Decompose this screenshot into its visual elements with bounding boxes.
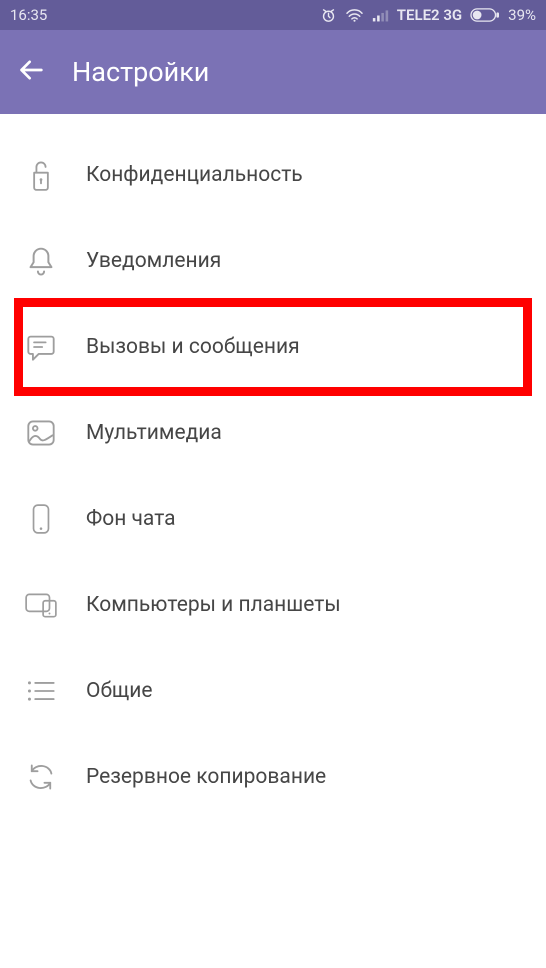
status-time: 16:35 xyxy=(10,6,47,24)
status-bar: 16:35 TELE2 3G 39% xyxy=(0,0,546,30)
chat-icon xyxy=(22,332,60,362)
media-icon xyxy=(22,419,60,447)
settings-row-chat-background[interactable]: Фон чата xyxy=(0,476,546,562)
status-right: TELE2 3G 39% xyxy=(320,6,536,24)
settings-row-notifications[interactable]: Уведомления xyxy=(0,218,546,304)
settings-row-label: Уведомления xyxy=(86,249,221,273)
settings-row-label: Фон чата xyxy=(86,507,176,531)
status-carrier: TELE2 3G xyxy=(397,6,462,24)
signal-icon xyxy=(372,8,389,23)
list-icon xyxy=(22,679,60,703)
alarm-icon xyxy=(320,7,337,24)
settings-row-label: Общие xyxy=(86,679,153,703)
settings-row-calls-messages[interactable]: Вызовы и сообщения xyxy=(0,304,546,390)
settings-row-label: Вызовы и сообщения xyxy=(86,335,300,359)
settings-row-multimedia[interactable]: Мультимедиа xyxy=(0,390,546,476)
bell-icon xyxy=(22,245,60,277)
sync-icon xyxy=(22,763,60,791)
battery-icon xyxy=(470,8,500,22)
back-button[interactable] xyxy=(18,56,46,88)
wifi-icon xyxy=(345,8,364,23)
devices-icon xyxy=(22,591,60,619)
settings-list: Конфиденциальность Уведомления Вызовы и … xyxy=(0,114,546,820)
settings-row-label: Резервное копирование xyxy=(86,765,326,789)
settings-row-general[interactable]: Общие xyxy=(0,648,546,734)
settings-row-label: Конфиденциальность xyxy=(86,163,303,187)
settings-row-label: Мультимедиа xyxy=(86,421,222,445)
app-bar: Настройки xyxy=(0,30,546,114)
settings-row-label: Компьютеры и планшеты xyxy=(86,593,341,617)
status-battery: 39% xyxy=(508,6,536,24)
lock-icon xyxy=(22,159,60,191)
settings-row-privacy[interactable]: Конфиденциальность xyxy=(0,132,546,218)
phone-icon xyxy=(22,503,60,535)
page-title: Настройки xyxy=(72,56,209,88)
settings-row-backup[interactable]: Резервное копирование xyxy=(0,734,546,820)
settings-row-devices[interactable]: Компьютеры и планшеты xyxy=(0,562,546,648)
